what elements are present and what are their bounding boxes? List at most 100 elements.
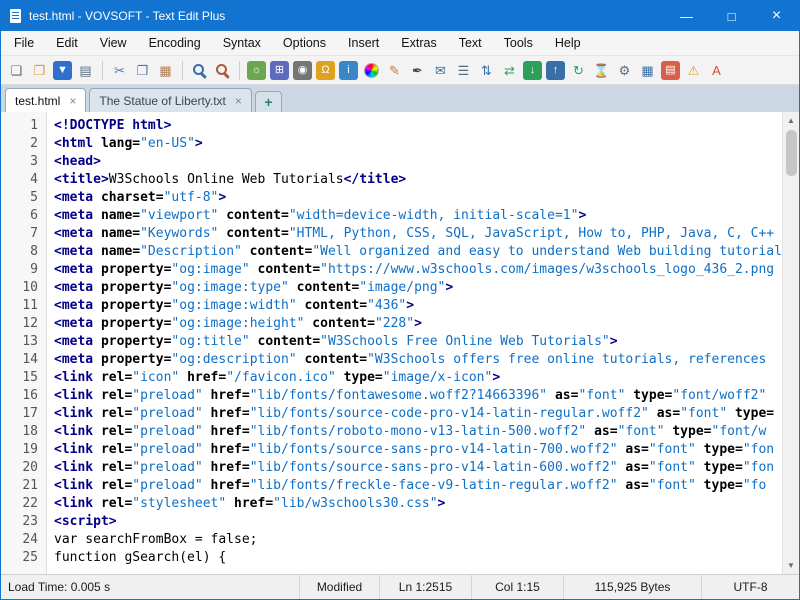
mail-icon[interactable]: ✉	[430, 60, 451, 81]
code-line: <head>	[54, 153, 782, 171]
tab-2[interactable]: The Statue of Liberty.txt ×	[89, 88, 252, 112]
status-encoding: UTF-8	[701, 575, 799, 599]
scroll-up-icon[interactable]: ▲	[783, 112, 800, 129]
code-line: <meta property="og:title" content="W3Sch…	[54, 333, 782, 351]
menu-insert[interactable]: Insert	[337, 31, 390, 55]
tab-label: test.html	[15, 94, 60, 108]
spellcheck-icon[interactable]: A	[706, 60, 727, 81]
line-number: 3	[1, 153, 38, 171]
settings-icon[interactable]: ⚙	[614, 60, 635, 81]
copy-icon[interactable]: ❐	[132, 60, 153, 81]
code-line: <meta property="og:image:width" content=…	[54, 297, 782, 315]
toolbar-separator	[102, 61, 103, 80]
code-line: <meta name="Description" content="Well o…	[54, 243, 782, 261]
hourglass-icon[interactable]: ⌛	[591, 60, 612, 81]
open-folder-icon[interactable]: ❐	[29, 60, 50, 81]
line-number: 6	[1, 207, 38, 225]
tab-close-icon[interactable]: ×	[69, 95, 76, 107]
sort-icon[interactable]: ⇅	[476, 60, 497, 81]
line-number: 16	[1, 387, 38, 405]
code-line: <link rel="stylesheet" href="lib/w3schoo…	[54, 495, 782, 513]
menu-file[interactable]: File	[3, 31, 45, 55]
info-icon[interactable]: i	[339, 61, 358, 80]
tab-label: The Statue of Liberty.txt	[99, 94, 226, 108]
new-file-icon[interactable]: ❏	[6, 60, 27, 81]
menu-help[interactable]: Help	[544, 31, 592, 55]
swap-icon[interactable]: ⇄	[499, 60, 520, 81]
line-number: 24	[1, 531, 38, 549]
line-number: 21	[1, 477, 38, 495]
line-number-gutter: 1234567891011121314151617181920212223242…	[1, 112, 47, 574]
pen-icon[interactable]: ✎	[384, 60, 405, 81]
menu-edit[interactable]: Edit	[45, 31, 89, 55]
menu-tools[interactable]: Tools	[493, 31, 544, 55]
numbered-list-icon[interactable]: ☰	[453, 60, 474, 81]
toolbar: ❏❐▼▤✂❐▦☼⊞◉Ωi✎✒✉☰⇅⇄↓↑↻⌛⚙▦▤⚠A	[1, 56, 799, 85]
status-load-time: Load Time: 0.005 s	[1, 575, 299, 599]
scroll-down-icon[interactable]: ▼	[783, 557, 800, 574]
line-number: 13	[1, 333, 38, 351]
toolbar-separator	[239, 61, 240, 80]
code-line: <link rel="preload" href="lib/fonts/sour…	[54, 405, 782, 423]
line-number: 25	[1, 549, 38, 567]
code-line: <meta property="og:description" content=…	[54, 351, 782, 369]
line-number: 1	[1, 117, 38, 135]
calculator-icon[interactable]: ⊞	[270, 61, 289, 80]
refresh-icon[interactable]: ↻	[568, 60, 589, 81]
menu-view[interactable]: View	[89, 31, 138, 55]
title-bar[interactable]: test.html - VOVSOFT - Text Edit Plus — □…	[1, 1, 799, 31]
download-icon[interactable]: ↓	[523, 61, 542, 80]
replace-icon	[214, 62, 231, 79]
cut-icon[interactable]: ✂	[109, 60, 130, 81]
menu-syntax[interactable]: Syntax	[212, 31, 272, 55]
line-number: 11	[1, 297, 38, 315]
status-column: Col 1:15	[471, 575, 563, 599]
editor[interactable]: 1234567891011121314151617181920212223242…	[1, 112, 799, 574]
tab-bar: test.html × The Statue of Liberty.txt × +	[1, 85, 799, 112]
line-number: 14	[1, 351, 38, 369]
menu-extras[interactable]: Extras	[390, 31, 447, 55]
replace-icon[interactable]	[212, 60, 233, 81]
code-line: <html lang="en-US">	[54, 135, 782, 153]
warning-icon[interactable]: ⚠	[683, 60, 704, 81]
line-number: 15	[1, 369, 38, 387]
picture-icon[interactable]: ☼	[247, 61, 266, 80]
tab-1[interactable]: test.html ×	[5, 88, 86, 112]
line-number: 4	[1, 171, 38, 189]
table-icon[interactable]: ▦	[637, 60, 658, 81]
menu-encoding[interactable]: Encoding	[138, 31, 212, 55]
status-modified: Modified	[299, 575, 379, 599]
menu-options[interactable]: Options	[272, 31, 337, 55]
line-number: 8	[1, 243, 38, 261]
color-wheel-icon[interactable]	[361, 60, 382, 81]
code-line: function gSearch(el) {	[54, 549, 782, 567]
menu-text[interactable]: Text	[448, 31, 493, 55]
signature-icon[interactable]: ✒	[407, 60, 428, 81]
print-icon[interactable]: ▤	[75, 60, 96, 81]
tab-close-icon[interactable]: ×	[235, 95, 242, 107]
camera-icon[interactable]: ◉	[293, 61, 312, 80]
code-area[interactable]: <!DOCTYPE html><html lang="en-US"><head>…	[47, 112, 782, 574]
vertical-scrollbar[interactable]: ▲ ▼	[782, 112, 799, 574]
new-tab-button[interactable]: +	[255, 91, 282, 112]
code-line: <link rel="preload" href="lib/fonts/robo…	[54, 423, 782, 441]
line-number: 10	[1, 279, 38, 297]
lock-icon[interactable]: Ω	[316, 61, 335, 80]
paste-icon[interactable]: ▦	[155, 60, 176, 81]
line-number: 5	[1, 189, 38, 207]
code-line: <link rel="preload" href="lib/fonts/font…	[54, 387, 782, 405]
code-line: <link rel="preload" href="lib/fonts/sour…	[54, 459, 782, 477]
line-number: 22	[1, 495, 38, 513]
code-line: <meta name="Keywords" content="HTML, Pyt…	[54, 225, 782, 243]
color-wheel-icon	[364, 63, 379, 78]
code-line: var searchFromBox = false;	[54, 531, 782, 549]
calendar-icon[interactable]: ▤	[661, 61, 680, 80]
maximize-button[interactable]: □	[709, 1, 754, 31]
close-button[interactable]: ×	[754, 1, 799, 31]
scroll-thumb[interactable]	[786, 130, 797, 176]
search-icon[interactable]	[189, 60, 210, 81]
minimize-button[interactable]: —	[664, 1, 709, 31]
save-icon[interactable]: ▼	[53, 61, 72, 80]
upload-icon[interactable]: ↑	[546, 61, 565, 80]
line-number: 19	[1, 441, 38, 459]
